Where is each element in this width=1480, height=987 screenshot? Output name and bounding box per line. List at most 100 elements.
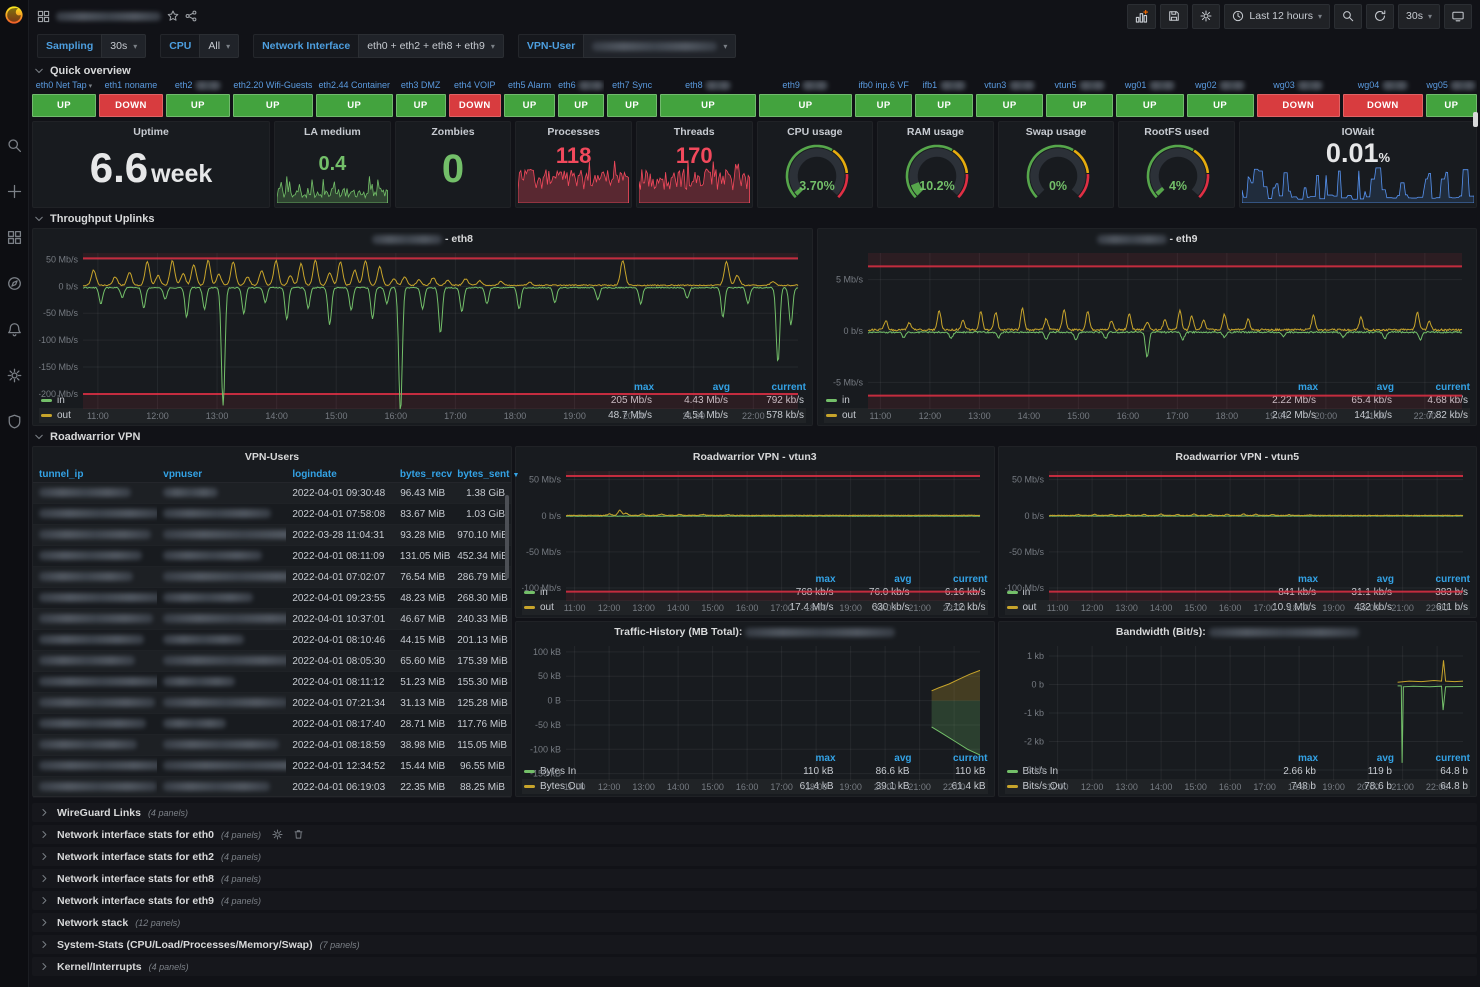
time-series-plot[interactable]: 11:0012:0013:0014:0015:0016:0017:0018:00… — [39, 248, 806, 381]
variable-value-dropdown[interactable]: All▾ — [199, 34, 239, 58]
tile-link-label[interactable]: eth4 VOIP — [449, 80, 501, 94]
table-row[interactable]: 2022-04-01 07:21:3431.13 MiB125.28 MiB — [33, 693, 511, 714]
share-icon[interactable] — [185, 10, 197, 22]
tile-link-label[interactable]: eth7 Sync — [607, 80, 657, 94]
tile-link-label[interactable]: eth2.44 Container — [316, 80, 393, 94]
column-header-bytes_recv[interactable]: bytes_recv — [394, 467, 451, 483]
time-series-plot[interactable]: 11:0012:0013:0014:0015:0016:0017:0018:00… — [522, 466, 988, 573]
table-row[interactable]: 2022-04-01 12:34:5215.44 MiB96.55 MiB — [33, 756, 511, 777]
zoom-out-button[interactable] — [1334, 4, 1362, 29]
sidebar-item-explore[interactable] — [7, 276, 22, 294]
table-row[interactable]: 2022-04-01 10:37:0146.67 MiB240.33 MiB — [33, 609, 511, 630]
collapsed-row-network-interface-stats-for-eth0[interactable]: Network interface stats for eth0(4 panel… — [32, 825, 1477, 844]
sidebar-item-configuration[interactable] — [7, 368, 22, 386]
tile-link-label[interactable]: vtun5 — [1046, 80, 1113, 94]
refresh-interval-select[interactable]: 30s▾ — [1398, 4, 1440, 29]
tile-link-label[interactable]: eth3 DMZ — [396, 80, 446, 94]
table-row[interactable]: 2022-04-01 06:19:0322.35 MiB88.25 MiB — [33, 777, 511, 798]
collapsed-row-wireguard-links[interactable]: WireGuard Links(4 panels) — [32, 803, 1477, 822]
sidebar-item-create[interactable] — [7, 184, 22, 202]
tile-link-label[interactable]: eth5 Alarm — [504, 80, 555, 94]
status-badge-down[interactable]: DOWN — [99, 94, 163, 117]
sidebar-item-dashboards[interactable] — [7, 230, 22, 248]
gear-icon[interactable] — [272, 829, 283, 840]
table-row[interactable]: 2022-04-01 07:02:0776.54 MiB286.79 MiB — [33, 567, 511, 588]
time-range-button[interactable]: Last 12 hours▾ — [1224, 4, 1330, 29]
refresh-button[interactable] — [1366, 4, 1394, 29]
section-header-throughput[interactable]: Throughput Uplinks — [33, 213, 1476, 225]
status-badge-up[interactable]: UP — [1187, 94, 1254, 117]
status-badge-up[interactable]: UP — [855, 94, 913, 117]
tile-link-label[interactable]: eth0 Net Tap▾ — [32, 80, 96, 94]
status-badge-up[interactable]: UP — [1426, 94, 1477, 117]
table-row[interactable]: 2022-04-01 09:23:5548.23 MiB268.30 MiB — [33, 588, 511, 609]
status-badge-up[interactable]: UP — [233, 94, 313, 117]
collapsed-row-network-interface-stats-for-eth9[interactable]: Network interface stats for eth9(4 panel… — [32, 891, 1477, 910]
add-panel-button[interactable] — [1127, 4, 1156, 29]
dashboards-grid-icon[interactable] — [37, 10, 50, 23]
tile-link-label[interactable]: eth6 — [558, 80, 604, 94]
tile-link-label[interactable]: ifb1 — [915, 80, 973, 94]
table-row[interactable]: 2022-04-01 08:11:09131.05 MiB452.34 MiB — [33, 546, 511, 567]
status-badge-up[interactable]: UP — [1116, 94, 1183, 117]
column-header-logindate[interactable]: logindate — [286, 467, 394, 483]
table-row[interactable]: 2022-04-01 08:17:4028.71 MiB117.76 MiB — [33, 714, 511, 735]
table-row[interactable]: 2022-04-01 08:11:1251.23 MiB155.30 MiB — [33, 672, 511, 693]
tile-link-label[interactable]: wg04 — [1343, 80, 1423, 94]
table-row[interactable]: 2022-04-01 07:58:0883.67 MiB1.03 GiB — [33, 504, 511, 525]
time-series-plot[interactable]: 11:0012:0013:0014:0015:0016:0017:0018:00… — [1005, 466, 1471, 573]
tile-link-label[interactable]: wg01 — [1116, 80, 1183, 94]
status-badge-up[interactable]: UP — [504, 94, 555, 117]
status-badge-up[interactable]: UP — [607, 94, 657, 117]
status-badge-down[interactable]: DOWN — [1257, 94, 1340, 117]
variable-value-dropdown[interactable]: eth0 + eth2 + eth8 + eth9▾ — [358, 34, 504, 58]
tile-link-label[interactable]: wg05 — [1426, 80, 1477, 94]
tile-link-label[interactable]: wg02 — [1187, 80, 1254, 94]
table-scrollbar-thumb[interactable] — [505, 495, 509, 579]
dashboard-title[interactable] — [56, 10, 161, 22]
dashboard-settings-button[interactable] — [1192, 4, 1220, 29]
status-badge-up[interactable]: UP — [976, 94, 1043, 117]
table-row[interactable]: 2022-04-01 09:30:4896.43 MiB1.38 GiB — [33, 483, 511, 504]
page-scrollbar-thumb[interactable] — [1473, 112, 1478, 127]
tile-link-label[interactable]: ifb0 inp.6 VF — [855, 80, 913, 94]
column-header-vpnuser[interactable]: vpnuser — [157, 467, 286, 483]
tile-link-label[interactable]: wg03 — [1257, 80, 1340, 94]
sidebar-item-search[interactable] — [7, 138, 22, 156]
tile-link-label[interactable]: eth1 noname — [99, 80, 163, 94]
grafana-logo-icon[interactable] — [4, 5, 24, 28]
sidebar-item-alerting[interactable] — [7, 322, 22, 340]
collapsed-row-system-stats-cpu-load-processes-memory-swap-[interactable]: System-Stats (CPU/Load/Processes/Memory/… — [32, 935, 1477, 954]
status-badge-down[interactable]: DOWN — [1343, 94, 1423, 117]
table-row[interactable]: 2022-03-28 11:04:3193.28 MiB970.10 MiB — [33, 525, 511, 546]
column-header-bytes_sent[interactable]: bytes_sent▼ — [451, 467, 511, 483]
time-series-plot[interactable]: 11:0012:0013:0014:0015:0016:0017:0018:00… — [1005, 641, 1471, 752]
status-badge-up[interactable]: UP — [915, 94, 973, 117]
status-badge-up[interactable]: UP — [1046, 94, 1113, 117]
section-header-roadwarrior[interactable]: Roadwarrior VPN — [33, 431, 1476, 443]
tile-link-label[interactable]: eth2.20 Wifi-Guests — [233, 80, 313, 94]
status-badge-up[interactable]: UP — [32, 94, 96, 117]
tile-link-label[interactable]: eth2 — [166, 80, 230, 94]
collapsed-row-kernel-interrupts[interactable]: Kernel/Interrupts(4 panels) — [32, 957, 1477, 976]
collapsed-row-network-interface-stats-for-eth8[interactable]: Network interface stats for eth8(4 panel… — [32, 869, 1477, 888]
status-badge-up[interactable]: UP — [316, 94, 393, 117]
status-badge-up[interactable]: UP — [396, 94, 446, 117]
cycle-view-button[interactable] — [1444, 4, 1472, 29]
variable-value-dropdown[interactable]: 30s▾ — [101, 34, 146, 58]
collapsed-row-network-stack[interactable]: Network stack(12 panels) — [32, 913, 1477, 932]
status-badge-down[interactable]: DOWN — [449, 94, 501, 117]
save-dashboard-button[interactable] — [1160, 4, 1188, 29]
star-icon[interactable] — [167, 10, 179, 22]
section-header-quick-overview[interactable]: Quick overview — [33, 65, 1476, 77]
tile-link-label[interactable]: eth8 — [660, 80, 756, 94]
collapsed-row-network-interface-stats-for-eth2[interactable]: Network interface stats for eth2(4 panel… — [32, 847, 1477, 866]
time-series-plot[interactable]: 11:0012:0013:0014:0015:0016:0017:0018:00… — [522, 641, 988, 752]
status-badge-up[interactable]: UP — [558, 94, 604, 117]
time-series-plot[interactable]: 11:0012:0013:0014:0015:0016:0017:0018:00… — [824, 248, 1470, 381]
sidebar-item-server-admin[interactable] — [7, 414, 22, 432]
status-badge-up[interactable]: UP — [759, 94, 852, 117]
variable-value-dropdown[interactable]: ▾ — [583, 34, 736, 58]
tile-link-label[interactable]: eth9 — [759, 80, 852, 94]
status-badge-up[interactable]: UP — [166, 94, 230, 117]
